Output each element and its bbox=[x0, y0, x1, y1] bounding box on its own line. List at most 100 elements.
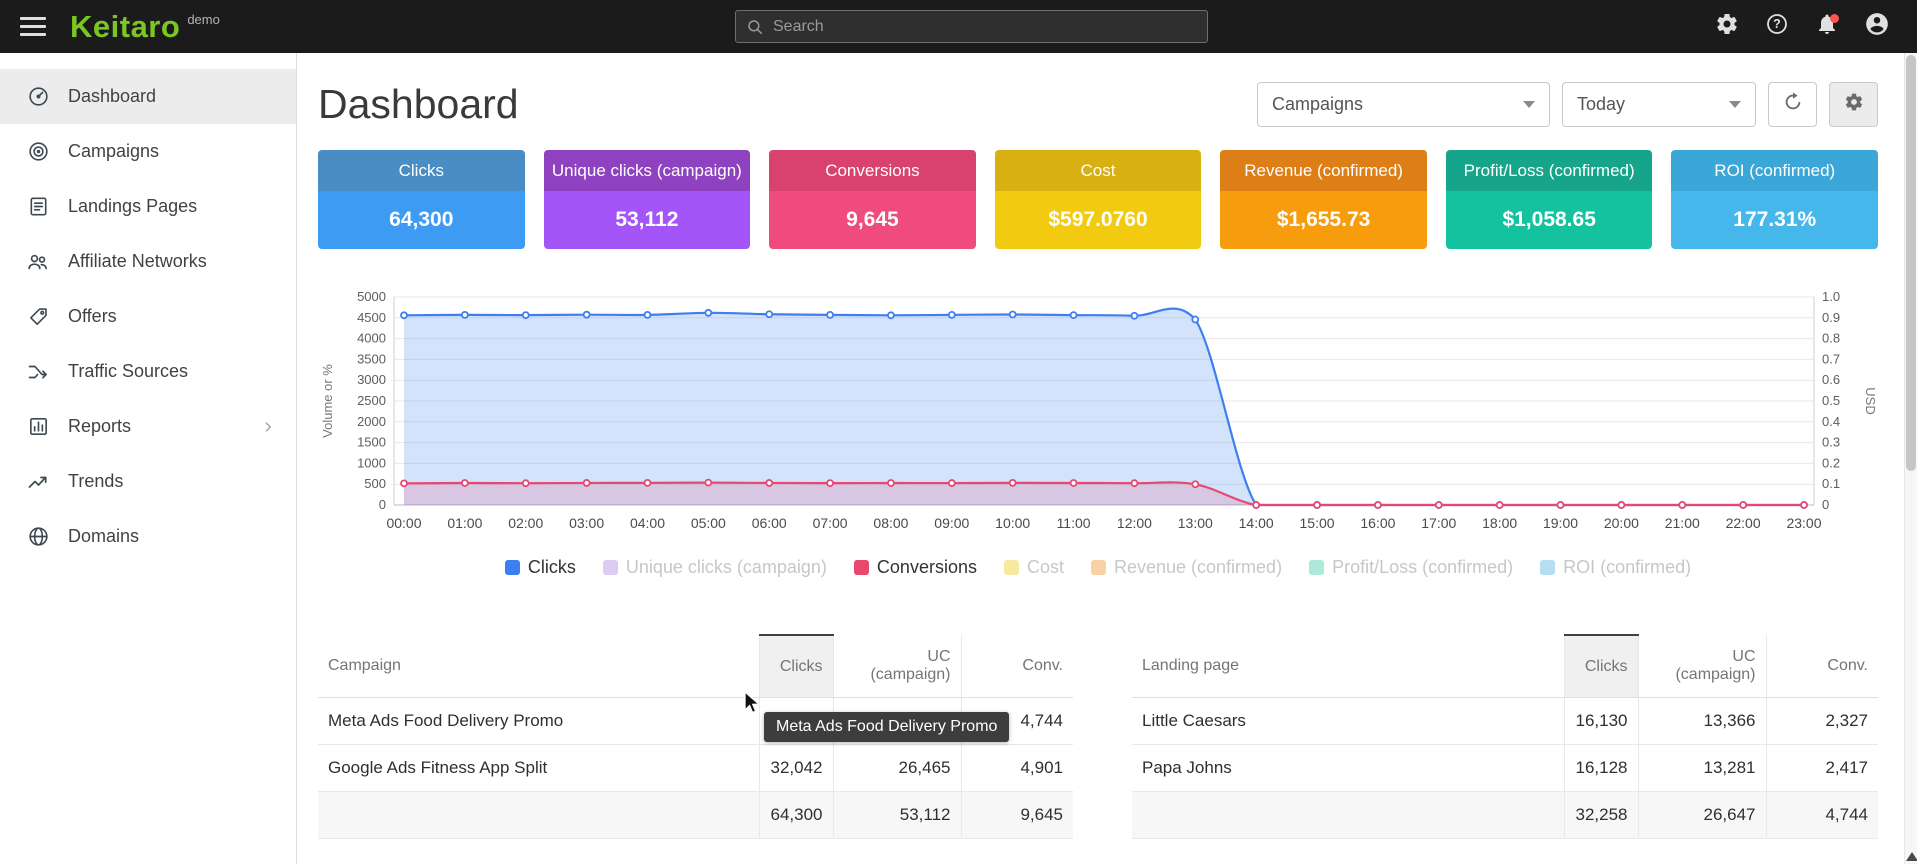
svg-text:2500: 2500 bbox=[357, 393, 386, 408]
svg-text:00:00: 00:00 bbox=[386, 515, 421, 531]
sidebar-item-trends[interactable]: Trends bbox=[0, 454, 296, 509]
column-header-landing-page[interactable]: Landing page bbox=[1132, 635, 1564, 698]
legend-item-conversions[interactable]: Conversions bbox=[854, 557, 977, 578]
campaigns-filter-value: Campaigns bbox=[1272, 94, 1363, 115]
table-row[interactable]: Google Ads Fitness App Split32,04226,465… bbox=[318, 745, 1073, 792]
svg-text:1.0: 1.0 bbox=[1822, 289, 1840, 304]
app-logo[interactable]: Keitaro demo bbox=[70, 9, 220, 45]
traffic-chart-svg: 005000.110000.215000.320000.425000.53000… bbox=[318, 283, 1878, 535]
svg-text:04:00: 04:00 bbox=[630, 515, 665, 531]
hamburger-menu-icon[interactable] bbox=[20, 12, 46, 41]
settings-button[interactable] bbox=[1709, 9, 1745, 45]
column-header-uc-campaign[interactable]: UC (campaign) bbox=[833, 635, 961, 698]
row-value-cell: 13,366 bbox=[1638, 698, 1766, 745]
campaigns-filter-select[interactable]: Campaigns bbox=[1257, 82, 1550, 127]
svg-text:14:00: 14:00 bbox=[1239, 515, 1274, 531]
sidebar-item-affiliate-networks[interactable]: Affiliate Networks bbox=[0, 234, 296, 289]
svg-text:09:00: 09:00 bbox=[934, 515, 969, 531]
svg-text:0.8: 0.8 bbox=[1822, 331, 1840, 346]
svg-text:0.9: 0.9 bbox=[1822, 310, 1840, 325]
account-button[interactable] bbox=[1859, 9, 1895, 45]
gear-icon bbox=[1844, 92, 1864, 117]
kpi-card-roi-confirmed[interactable]: ROI (confirmed)177.31% bbox=[1671, 150, 1878, 249]
sidebar-item-domains[interactable]: Domains bbox=[0, 509, 296, 564]
notifications-button[interactable] bbox=[1809, 9, 1845, 45]
kpi-card-cost[interactable]: Cost$597.0760 bbox=[995, 150, 1202, 249]
svg-text:07:00: 07:00 bbox=[813, 515, 848, 531]
kpi-card-profit-loss-confirmed[interactable]: Profit/Loss (confirmed)$1,058.65 bbox=[1446, 150, 1653, 249]
landing-pages-table: Landing pageClicksUC (campaign)Conv.Litt… bbox=[1132, 634, 1878, 839]
svg-text:20:00: 20:00 bbox=[1604, 515, 1639, 531]
svg-text:USD: USD bbox=[1863, 387, 1878, 414]
scrollbar-thumb[interactable] bbox=[1906, 55, 1916, 471]
kpi-card-unique-clicks-campaign[interactable]: Unique clicks (campaign)53,112 bbox=[544, 150, 751, 249]
sidebar-item-label: Dashboard bbox=[68, 86, 156, 107]
kpi-card-clicks[interactable]: Clicks64,300 bbox=[318, 150, 525, 249]
chevron-down-icon bbox=[1523, 101, 1535, 108]
table-row[interactable]: Little Caesars16,13013,3662,327 bbox=[1132, 698, 1878, 745]
legend-item-roi-confirmed[interactable]: ROI (confirmed) bbox=[1540, 557, 1691, 578]
table-row[interactable]: Papa Johns16,12813,2812,417 bbox=[1132, 745, 1878, 792]
trends-icon bbox=[26, 470, 50, 494]
row-value-cell: 13,281 bbox=[1638, 745, 1766, 792]
legend-item-cost[interactable]: Cost bbox=[1004, 557, 1064, 578]
svg-text:2000: 2000 bbox=[357, 414, 386, 429]
kpi-value: $597.0760 bbox=[995, 191, 1202, 249]
svg-text:3500: 3500 bbox=[357, 351, 386, 366]
svg-text:01:00: 01:00 bbox=[447, 515, 482, 531]
column-header-uc-campaign[interactable]: UC (campaign) bbox=[1638, 635, 1766, 698]
sidebar-item-traffic-sources[interactable]: Traffic Sources bbox=[0, 344, 296, 399]
column-header-conv[interactable]: Conv. bbox=[1766, 635, 1878, 698]
column-header-clicks[interactable]: Clicks bbox=[759, 635, 833, 698]
sidebar-item-offers[interactable]: Offers bbox=[0, 289, 296, 344]
legend-label: Revenue (confirmed) bbox=[1114, 557, 1282, 578]
legend-item-revenue-confirmed[interactable]: Revenue (confirmed) bbox=[1091, 557, 1282, 578]
sidebar-item-label: Reports bbox=[68, 416, 131, 437]
column-header-clicks[interactable]: Clicks bbox=[1564, 635, 1638, 698]
kpi-label: Cost bbox=[995, 150, 1202, 191]
totals-cell: 4,744 bbox=[1766, 792, 1878, 839]
sidebar-item-label: Trends bbox=[68, 471, 123, 492]
sidebar-item-label: Landings Pages bbox=[68, 196, 197, 217]
scroll-up-arrow-icon[interactable] bbox=[1906, 852, 1917, 861]
column-header-campaign[interactable]: Campaign bbox=[318, 635, 759, 698]
legend-item-clicks[interactable]: Clicks bbox=[505, 557, 576, 578]
svg-text:0.6: 0.6 bbox=[1822, 372, 1840, 387]
sidebar-item-dashboard[interactable]: Dashboard bbox=[0, 69, 296, 124]
legend-marker bbox=[1004, 560, 1019, 575]
table-totals-row: 32,25826,6474,744 bbox=[1132, 792, 1878, 839]
legend-item-profit-loss-confirmed[interactable]: Profit/Loss (confirmed) bbox=[1309, 557, 1513, 578]
svg-text:11:00: 11:00 bbox=[1057, 515, 1091, 531]
kpi-label: ROI (confirmed) bbox=[1671, 150, 1878, 191]
kpi-card-revenue-confirmed[interactable]: Revenue (confirmed)$1,655.73 bbox=[1220, 150, 1427, 249]
legend-marker bbox=[854, 560, 869, 575]
svg-text:22:00: 22:00 bbox=[1726, 515, 1761, 531]
traffic-icon bbox=[26, 360, 50, 384]
date-range-select[interactable]: Today bbox=[1562, 82, 1756, 127]
row-name-cell: Little Caesars bbox=[1132, 698, 1564, 745]
legend-item-unique-clicks-campaign[interactable]: Unique clicks (campaign) bbox=[603, 557, 827, 578]
refresh-button[interactable] bbox=[1768, 82, 1817, 127]
legend-label: Profit/Loss (confirmed) bbox=[1332, 557, 1513, 578]
search-box bbox=[735, 10, 1208, 43]
sidebar-item-campaigns[interactable]: Campaigns bbox=[0, 124, 296, 179]
sidebar-item-landings-pages[interactable]: Landings Pages bbox=[0, 179, 296, 234]
refresh-icon bbox=[1782, 91, 1804, 118]
svg-text:0.3: 0.3 bbox=[1822, 435, 1840, 450]
legend-marker bbox=[1309, 560, 1324, 575]
search-input[interactable] bbox=[773, 18, 1197, 36]
totals-cell bbox=[1132, 792, 1564, 839]
sidebar-item-reports[interactable]: Reports bbox=[0, 399, 296, 454]
page-header: Dashboard Campaigns Today bbox=[318, 81, 1878, 128]
logo-demo-label: demo bbox=[187, 12, 220, 27]
dashboard-settings-button[interactable] bbox=[1829, 82, 1878, 127]
kpi-card-conversions[interactable]: Conversions9,645 bbox=[769, 150, 976, 249]
traffic-chart: 005000.110000.215000.320000.425000.53000… bbox=[318, 283, 1878, 578]
tooltip: Meta Ads Food Delivery Promo bbox=[764, 712, 1009, 742]
domains-icon bbox=[26, 525, 50, 549]
row-value-cell: 16,128 bbox=[1564, 745, 1638, 792]
help-button[interactable]: ? bbox=[1759, 9, 1795, 45]
help-icon: ? bbox=[1765, 12, 1789, 41]
column-header-conv[interactable]: Conv. bbox=[961, 635, 1073, 698]
svg-text:03:00: 03:00 bbox=[569, 515, 604, 531]
